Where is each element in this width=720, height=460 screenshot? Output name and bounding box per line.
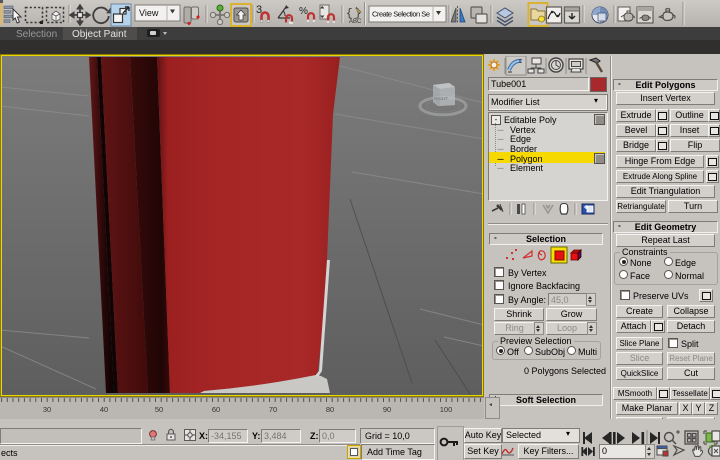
svg-text:30: 30 (43, 405, 51, 414)
svg-text:ABC: ABC (349, 19, 362, 25)
svg-text:100: 100 (440, 405, 453, 414)
svg-text:Create Selection Se: Create Selection Se (372, 10, 430, 19)
svg-text:90: 90 (383, 405, 391, 414)
svg-text:RIGHT: RIGHT (434, 96, 448, 101)
svg-text:View: View (139, 8, 159, 18)
svg-text:70: 70 (269, 405, 277, 414)
svg-text:60: 60 (212, 405, 220, 414)
svg-text:40: 40 (100, 405, 108, 414)
svg-text:%: % (299, 6, 308, 17)
svg-text:80: 80 (326, 405, 334, 414)
svg-text:50: 50 (155, 405, 163, 414)
